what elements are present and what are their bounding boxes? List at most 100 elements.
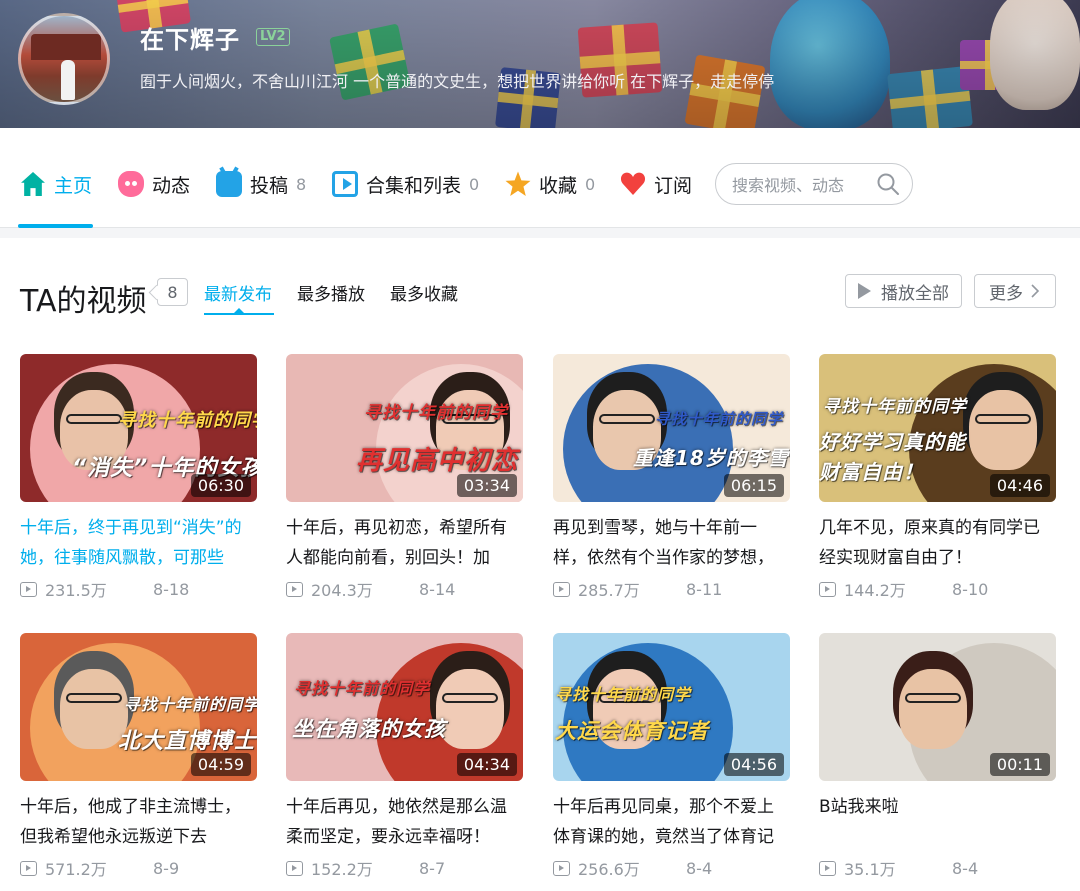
video-title[interactable]: 再见到雪琴，她与十年前一样，依然有个当作家的梦想， — [553, 513, 790, 573]
person-face — [436, 669, 504, 749]
play-all-button[interactable]: 播放全部 — [845, 274, 962, 308]
thumbnail-caption: 财富自由！ — [819, 460, 924, 484]
play-count-icon — [286, 581, 303, 597]
video-meta: 35.1万 8-4 — [819, 854, 1056, 882]
sort-underline — [204, 313, 274, 315]
publish-date: 8-11 — [686, 579, 723, 599]
tab-dynamics[interactable]: 动态 — [118, 164, 190, 204]
thumbnail-caption: 好好学习真的能 — [819, 430, 966, 454]
search-input[interactable]: 搜索视频、动态 — [715, 163, 913, 205]
video-duration: 04:56 — [723, 753, 784, 776]
thumbnail-caption: 坐在角落的女孩 — [292, 717, 446, 741]
publish-date: 8-4 — [952, 858, 979, 878]
tab-collections[interactable]: 合集和列表 0 — [332, 164, 479, 204]
play-count: 285.7万 — [578, 581, 640, 600]
video-title[interactable]: 十年后，终于再见到“消失”的她，往事随风飘散，可那些 — [20, 513, 257, 573]
thumbnail-caption: 寻找十年前的同学 — [124, 695, 257, 714]
play-count: 571.2万 — [45, 860, 107, 879]
tab-count: 0 — [585, 174, 596, 194]
playlist-icon — [332, 171, 358, 197]
publish-date: 8-7 — [419, 858, 446, 878]
level-badge: LV2 — [256, 28, 290, 46]
play-count-icon — [819, 860, 836, 876]
tab-subscriptions[interactable]: 订阅 — [620, 164, 692, 204]
video-card[interactable]: 寻找十年前的同学 “消失”十年的女孩 06:30 十年后，终于再见到“消失”的她，往事… — [20, 354, 257, 603]
video-count-badge: 8 — [157, 278, 188, 306]
play-count-icon — [553, 581, 570, 597]
sort-most-played[interactable]: 最多播放 — [297, 280, 365, 305]
play-icon — [858, 283, 871, 299]
video-title[interactable]: B站我来啦 — [819, 792, 1056, 852]
thumbnail-caption: 寻找十年前的同学 — [364, 403, 508, 423]
thumbnail-caption: 重逢18岁的李雪琴 — [633, 446, 790, 470]
video-duration: 06:15 — [723, 474, 784, 497]
video-thumbnail[interactable]: 寻找十年前的同学 再见高中初恋 03:34 — [286, 354, 523, 502]
video-card[interactable]: 寻找十年前的同学北大直博博士 04:59 十年后，他成了非主流博士，但我希望他永远叛… — [20, 633, 257, 882]
video-duration: 04:59 — [190, 753, 251, 776]
section-title: TA的视频 — [20, 284, 147, 319]
video-meta: 204.3万 8-14 — [286, 575, 523, 603]
play-count-icon — [553, 860, 570, 876]
video-title[interactable]: 十年后再见，她依然是那么温柔而坚定，要永远幸福呀！ — [286, 792, 523, 852]
tab-label: 投稿 — [250, 174, 289, 197]
sort-latest[interactable]: 最新发布 — [204, 280, 272, 305]
profile-nav: 主页 动态 投稿 8 合集和列表 0 收藏 0 订阅 搜索视频、动态 — [0, 128, 1080, 228]
publish-date: 8-18 — [153, 579, 190, 599]
more-label: 更多 — [989, 283, 1023, 304]
video-card[interactable]: 寻找十年前的同学 好好学习真的能 财富自由！ 04:46 几年不见，原来真的有同学已经实… — [819, 354, 1056, 603]
video-title[interactable]: 几年不见，原来真的有同学已经实现财富自由了！ — [819, 513, 1056, 573]
tab-count: 0 — [469, 174, 480, 194]
play-count: 256.6万 — [578, 860, 640, 879]
person-glasses — [66, 414, 122, 424]
tab-label: 订阅 — [654, 174, 693, 197]
video-thumbnail[interactable]: 寻找十年前的同学重逢18岁的李雪琴 06:15 — [553, 354, 790, 502]
thumbnail-caption: 大运会体育记者 — [555, 719, 709, 743]
avatar[interactable] — [18, 13, 110, 105]
video-duration: 04:34 — [456, 753, 517, 776]
video-thumbnail[interactable]: 寻找十年前的同学 坐在角落的女孩 04:34 — [286, 633, 523, 781]
publish-date: 8-4 — [686, 858, 713, 878]
search-icon[interactable] — [876, 172, 900, 196]
person-glasses — [66, 693, 122, 703]
video-title[interactable]: 十年后再见同桌，那个不爱上体育课的她，竟然当了体育记 — [553, 792, 790, 852]
video-thumbnail[interactable]: 寻找十年前的同学 好好学习真的能 财富自由！ 04:46 — [819, 354, 1056, 502]
video-thumbnail[interactable]: 寻找十年前的同学北大直博博士 04:59 — [20, 633, 257, 781]
thumbnail-caption: 再见高中初恋 — [356, 446, 519, 476]
video-meta: 285.7万 8-11 — [553, 575, 790, 603]
tab-label: 合集和列表 — [366, 174, 462, 197]
play-count-icon — [20, 581, 37, 597]
home-icon — [21, 172, 45, 196]
user-signature: 囿于人间烟火，不舍山川江河 一个普通的文史生，想把世界讲给你听 在下辉子，走走停… — [140, 72, 775, 91]
video-duration: 00:11 — [989, 753, 1050, 776]
video-thumbnail[interactable]: 寻找十年前的同学 “消失”十年的女孩 06:30 — [20, 354, 257, 502]
video-card[interactable]: 寻找十年前的同学大运会体育记者 04:56 十年后再见同桌，那个不爱上体育课的她，竟… — [553, 633, 790, 882]
sort-most-favorited[interactable]: 最多收藏 — [390, 280, 458, 305]
tab-uploads[interactable]: 投稿 8 — [216, 164, 306, 204]
person-glasses — [599, 414, 655, 424]
video-card[interactable]: 寻找十年前的同学重逢18岁的李雪琴 06:15 再见到雪琴，她与十年前一样，依然有个… — [553, 354, 790, 603]
star-icon — [505, 171, 531, 196]
person-face — [969, 390, 1037, 470]
person-face — [899, 669, 967, 749]
play-all-label: 播放全部 — [881, 283, 949, 304]
active-tab-indicator — [18, 224, 93, 228]
tab-favorites[interactable]: 收藏 0 — [505, 164, 595, 204]
play-count: 204.3万 — [311, 581, 373, 600]
thumbnail-caption: 寻找十年前的同学 — [555, 685, 692, 704]
video-thumbnail[interactable]: 00:11 — [819, 633, 1056, 781]
video-thumbnail[interactable]: 寻找十年前的同学大运会体育记者 04:56 — [553, 633, 790, 781]
video-duration: 04:46 — [989, 474, 1050, 497]
heart-icon — [620, 171, 646, 197]
tab-home[interactable]: 主页 — [20, 164, 92, 204]
username[interactable]: 在下辉子 — [140, 20, 240, 55]
person-glasses — [442, 693, 498, 703]
thumbnail-caption: 寻找十年前的同学 — [118, 410, 257, 431]
tv-icon — [216, 171, 242, 197]
video-card[interactable]: 00:11 B站我来啦 35.1万 8-4 — [819, 633, 1056, 882]
more-button[interactable]: 更多 — [974, 274, 1056, 308]
video-card[interactable]: 寻找十年前的同学 坐在角落的女孩 04:34 十年后再见，她依然是那么温柔而坚定，要永… — [286, 633, 523, 882]
thumbnail-caption: 北大直博博士 — [118, 729, 257, 754]
video-card[interactable]: 寻找十年前的同学 再见高中初恋 03:34 十年后，再见初恋，希望所有人都能向前看，别… — [286, 354, 523, 603]
video-title[interactable]: 十年后，他成了非主流博士，但我希望他永远叛逆下去 — [20, 792, 257, 852]
video-title[interactable]: 十年后，再见初恋，希望所有人都能向前看，别回头！加 — [286, 513, 523, 573]
